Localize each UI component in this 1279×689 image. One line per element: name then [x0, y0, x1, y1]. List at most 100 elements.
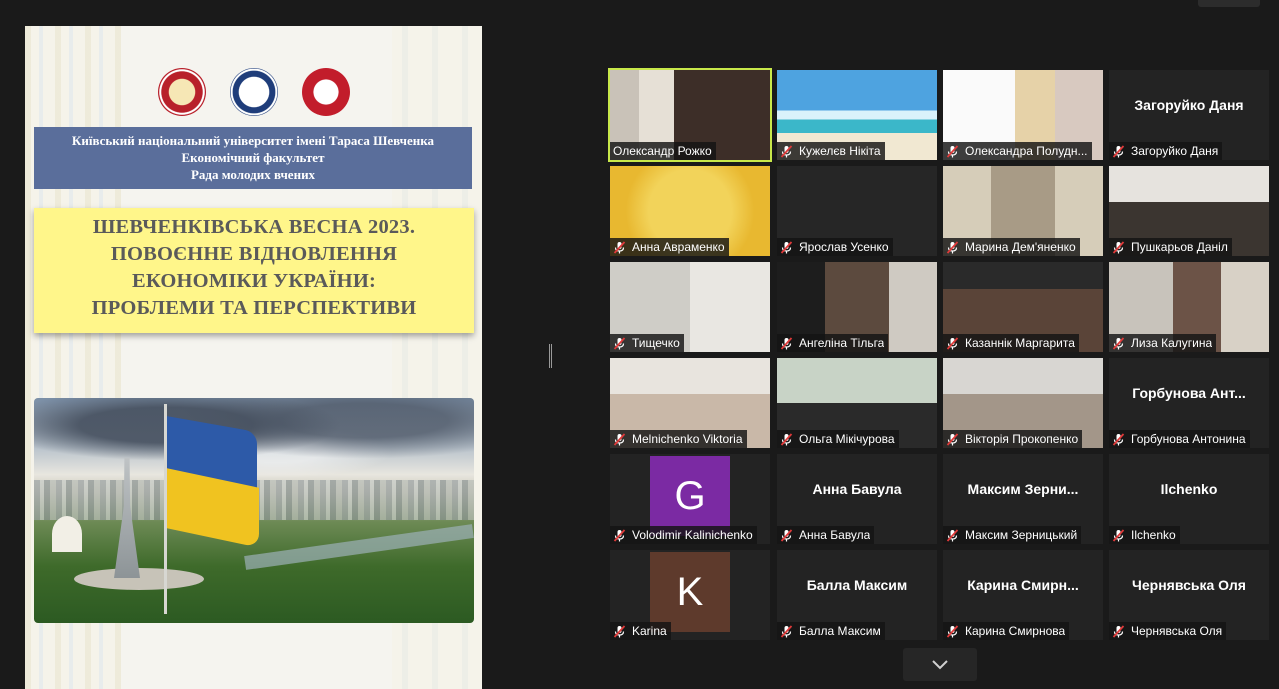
chevron-down-icon [932, 659, 948, 669]
title-line: ШЕВЧЕНКІВСЬКА ВЕСНА 2023. [92, 216, 416, 238]
title-line: ПРОБЛЕМИ ТА ПЕРСПЕКТИВИ [91, 297, 417, 319]
participant-name: Балла Максим [799, 624, 881, 638]
participant-name-label: Карина Смирнова [943, 622, 1070, 640]
mic-muted-icon [613, 528, 626, 542]
participant-name-label: Горбунова Антонина [1109, 430, 1250, 448]
participant-tile[interactable]: Тищечко [610, 262, 770, 352]
participant-name-label: Олександр Рожко [610, 142, 716, 160]
graduation-cap-logo-icon [229, 68, 278, 116]
participant-name-label: Лиза Калугина [1109, 334, 1217, 352]
participant-tile[interactable]: Ангеліна Тільга [777, 262, 937, 352]
mic-muted-icon [613, 336, 626, 350]
participant-tile[interactable]: Олександра Полудн... [943, 70, 1103, 160]
participant-name-label: Volodimir Kalinichenko [610, 526, 757, 544]
participant-name: Ярослав Усенко [799, 240, 889, 254]
participant-tile[interactable]: Максим Зерни... Максим Зерницький [943, 454, 1103, 544]
participant-avatar: K [650, 552, 730, 632]
participant-avatar: G [650, 456, 730, 536]
center-name-text: Горбунова Ант... [1132, 385, 1246, 401]
participant-tile[interactable]: Олександр Рожко [608, 68, 772, 162]
kyiv-flag-photo [34, 398, 474, 623]
participant-tile[interactable]: Чернявська Оля Чернявська Оля [1109, 550, 1269, 640]
participant-tile[interactable]: Кужелєв Нікіта [777, 70, 937, 160]
participant-tile[interactable]: G Volodimir Kalinichenko [610, 454, 770, 544]
participant-name: Ангеліна Тільга [799, 336, 885, 350]
participant-tile[interactable]: K Karina [610, 550, 770, 640]
mic-muted-icon [1112, 336, 1125, 350]
participant-name-label: Анна Авраменко [610, 238, 729, 256]
participant-tile[interactable]: Балла Максим Балла Максим [777, 550, 937, 640]
participant-tile[interactable]: Казаннік Маргарита [943, 262, 1103, 352]
participant-name: Анна Бавула [799, 528, 871, 542]
mic-muted-icon [946, 624, 959, 638]
participant-name: Олександр Рожко [613, 144, 712, 158]
participant-name-label: Максим Зерницький [943, 526, 1082, 544]
participant-name: Олександра Полудн... [965, 144, 1088, 158]
participant-name-label: Балла Максим [777, 622, 885, 640]
participant-name-label: Казаннік Маргарита [943, 334, 1079, 352]
participant-tile[interactable]: Анна Авраменко [610, 166, 770, 256]
university-line: Київський національний університет імені… [71, 133, 435, 148]
participant-name-label: Анна Бавула [777, 526, 875, 544]
participant-tile[interactable]: Марина Дем'яненко [943, 166, 1103, 256]
center-name-text: Максим Зерни... [967, 481, 1079, 497]
participant-tile[interactable]: Загоруйко Даня Загоруйко Даня [1109, 70, 1269, 160]
mic-muted-icon [946, 336, 959, 350]
mic-muted-icon [780, 432, 793, 446]
show-more-button[interactable] [903, 648, 977, 681]
center-name-text: Загоруйко Даня [1134, 97, 1244, 113]
participant-name: Тищечко [632, 336, 680, 350]
participant-name: Volodimir Kalinichenko [632, 528, 753, 542]
split-resize-handle[interactable] [549, 344, 552, 368]
mic-muted-icon [1112, 528, 1125, 542]
university-logo-icon [157, 68, 206, 116]
participant-tile[interactable]: Ольга Мікічурова [777, 358, 937, 448]
participant-name-label: Ольга Мікічурова [777, 430, 899, 448]
participant-name: Кужелєв Нікіта [799, 144, 881, 158]
participant-name-label: Melnichenko Viktoria [610, 430, 747, 448]
participant-name-label: Karina [610, 622, 671, 640]
mic-muted-icon [946, 144, 959, 158]
participant-name: Марина Дем'яненко [965, 240, 1076, 254]
center-name-text: Анна Бавула [812, 481, 902, 497]
participant-name-label: Тищечко [610, 334, 684, 352]
mic-muted-icon [1112, 432, 1125, 446]
participant-name: Карина Смирнова [965, 624, 1066, 638]
mic-muted-icon [780, 336, 793, 350]
participant-name: Ольга Мікічурова [799, 432, 895, 446]
participant-name: Лиза Калугина [1131, 336, 1213, 350]
mic-muted-icon [1112, 240, 1125, 254]
center-name-text: Ilchenko [1160, 481, 1218, 497]
participant-name: Melnichenko Viktoria [632, 432, 743, 446]
faculty-logo-text: ЕФ [315, 84, 336, 99]
participant-tile[interactable]: Горбунова Ант... Горбунова Антонина [1109, 358, 1269, 448]
participant-tile[interactable]: Вікторія Прокопенко [943, 358, 1103, 448]
meeting-window: ЕФ Київський національний університет ім… [0, 0, 1279, 689]
logos-row: ЕФ [25, 68, 482, 116]
participant-name-label: Олександра Полудн... [943, 142, 1092, 160]
participant-tile[interactable]: Ярослав Усенко [777, 166, 937, 256]
participant-tile[interactable]: Пушкарьов Данiл [1109, 166, 1269, 256]
participant-name: Пушкарьов Данiл [1131, 240, 1228, 254]
mic-muted-icon [946, 432, 959, 446]
center-name-text: Балла Максим [806, 577, 908, 593]
mic-muted-icon [1112, 144, 1125, 158]
top-toolbar-tab[interactable] [1198, 0, 1260, 7]
participant-tile[interactable]: Melnichenko Viktoria [610, 358, 770, 448]
faculty-logo-icon: ЕФ [301, 68, 350, 116]
mic-muted-icon [780, 528, 793, 542]
participant-name: Чернявська Оля [1131, 624, 1223, 638]
participant-name-label: Марина Дем'яненко [943, 238, 1080, 256]
title-line: ПОВОЄННЕ ВІДНОВЛЕННЯ [110, 243, 398, 265]
participant-tile[interactable]: Анна Бавула Анна Бавула [777, 454, 937, 544]
mic-muted-icon [780, 624, 793, 638]
participant-tile[interactable]: Ilchenko Ilchenko [1109, 454, 1269, 544]
conference-title: ШЕВЧЕНКІВСЬКА ВЕСНА 2023. ПОВОЄННЕ ВІДНО… [34, 208, 474, 333]
mic-muted-icon [1112, 624, 1125, 638]
participant-tile[interactable]: Карина Смирн... Карина Смирнова [943, 550, 1103, 640]
faculty-line: Економічний факультет [181, 150, 325, 165]
participant-tile[interactable]: Лиза Калугина [1109, 262, 1269, 352]
participant-name: Ilchenko [1131, 528, 1176, 542]
participant-name-label: Загоруйко Даня [1109, 142, 1223, 160]
participant-name-label: Ярослав Усенко [777, 238, 893, 256]
